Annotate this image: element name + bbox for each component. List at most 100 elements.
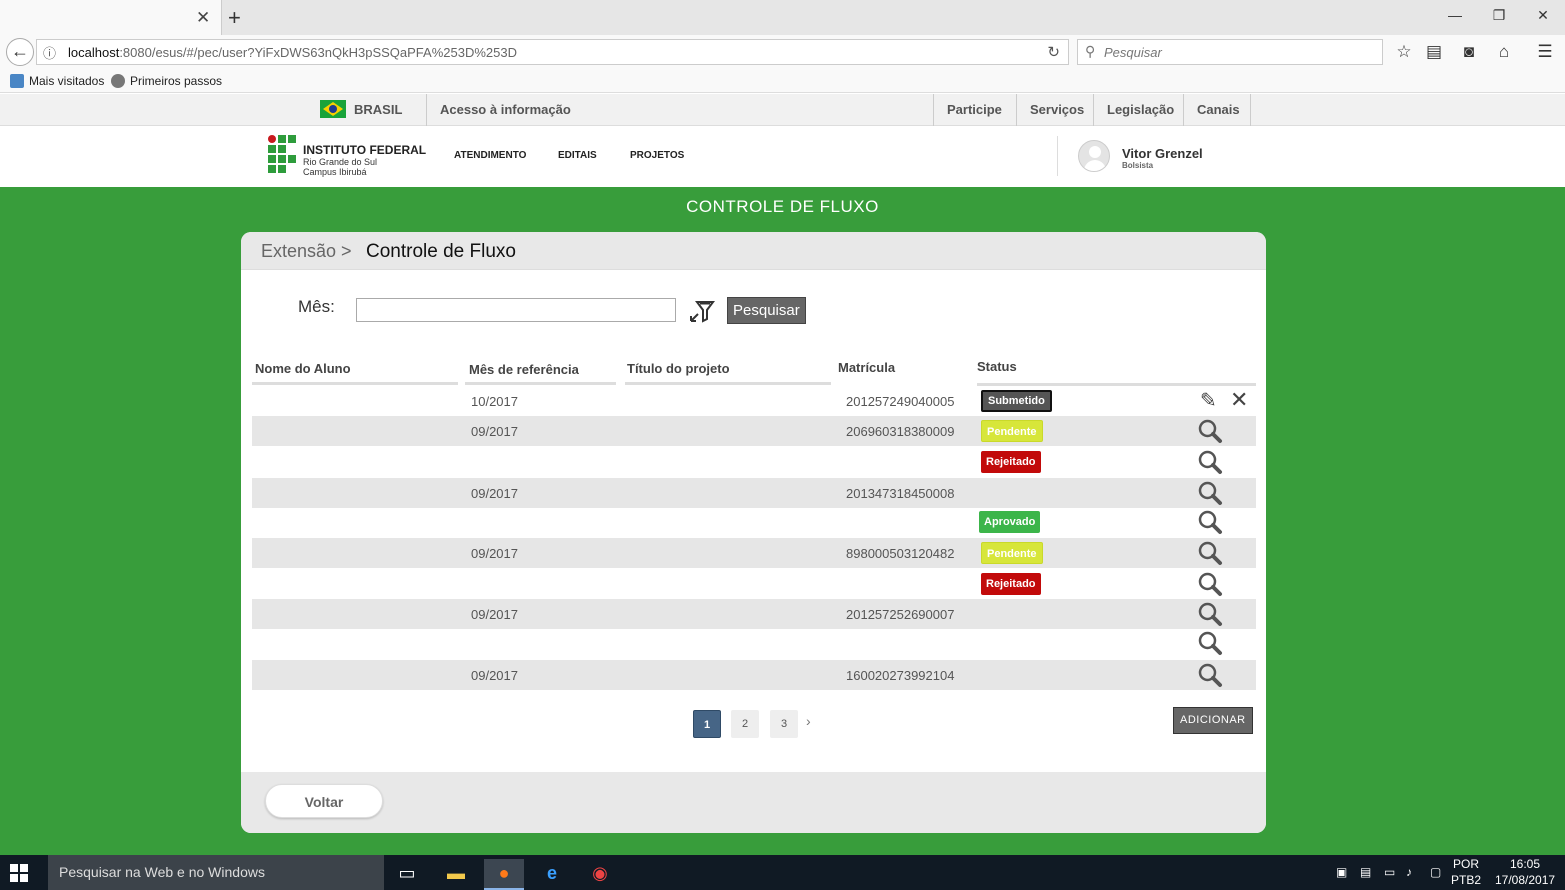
status-badge: Submetido: [981, 390, 1052, 412]
cell-mes: 09/2017: [471, 607, 518, 622]
tray-app-icon[interactable]: ▣: [1336, 865, 1347, 879]
table-row[interactable]: 09/2017 201347318450008: [252, 478, 1256, 508]
minimize-icon[interactable]: —: [1440, 7, 1470, 23]
status-badge: Pendente: [981, 542, 1043, 564]
menu-icon[interactable]: ☰: [1533, 42, 1557, 62]
language-indicator[interactable]: POR PTB2: [1450, 856, 1482, 888]
delete-icon[interactable]: ✕: [1230, 387, 1248, 413]
table-row[interactable]: 10/2017 201257249040005 Submetido ✎ ✕: [252, 386, 1256, 416]
gov-bar: BRASIL Acesso à informação Participe Ser…: [0, 94, 1565, 126]
page-2-button[interactable]: 2: [731, 710, 759, 738]
page-3-button[interactable]: 3: [770, 710, 798, 738]
cell-matricula: 201347318450008: [846, 486, 955, 501]
nav-editais[interactable]: EDITAIS: [558, 150, 597, 161]
browser-tab[interactable]: ✕: [0, 0, 222, 35]
view-details-icon[interactable]: [1197, 449, 1223, 475]
cell-matricula: 206960318380009: [846, 424, 955, 439]
tray-office-icon[interactable]: ▤: [1360, 865, 1371, 879]
network-icon[interactable]: ▭: [1384, 865, 1395, 879]
bookmark-star-icon[interactable]: ☆: [1392, 42, 1416, 62]
cell-mes: 09/2017: [471, 486, 518, 501]
brazil-flag-icon: [320, 100, 346, 118]
col-status[interactable]: Status: [977, 359, 1017, 374]
logo-campus: Campus Ibirubá: [303, 167, 367, 177]
edit-icon[interactable]: ✎: [1200, 388, 1217, 413]
view-details-icon[interactable]: [1197, 601, 1223, 627]
status-badge: Aprovado: [979, 511, 1041, 533]
view-details-icon[interactable]: [1197, 509, 1223, 535]
bookmark-primeiros-passos[interactable]: Primeiros passos: [111, 74, 222, 88]
view-details-icon[interactable]: [1197, 571, 1223, 597]
page-1-button[interactable]: 1: [693, 710, 721, 738]
add-button[interactable]: ADICIONAR: [1173, 707, 1253, 734]
taskbar-search-text: Pesquisar na Web e no Windows: [59, 864, 265, 880]
reload-icon[interactable]: ↻: [1047, 43, 1060, 61]
col-mes-referencia[interactable]: Mês de referência: [469, 362, 579, 377]
url-text[interactable]: localhost:8080/esus/#/pec/user?YiFxDWS63…: [68, 45, 517, 60]
view-details-icon[interactable]: [1197, 418, 1223, 444]
notification-icon[interactable]: ▢: [1430, 865, 1441, 879]
home-icon[interactable]: ⌂: [1492, 42, 1516, 62]
if-logo-icon[interactable]: [268, 135, 298, 175]
table-row[interactable]: [252, 628, 1256, 658]
pocket-icon[interactable]: ◙: [1457, 42, 1481, 62]
month-filter-input[interactable]: [356, 298, 676, 322]
browser-search-input[interactable]: ⚲ Pesquisar: [1077, 39, 1383, 65]
browser-nav-bar: ← ⓘ localhost:8080/esus/#/pec/user?YiFxD…: [0, 35, 1565, 69]
content-area: CONTROLE DE FLUXO Extensão > Controle de…: [0, 187, 1565, 855]
view-details-icon[interactable]: [1197, 630, 1223, 656]
col-matricula[interactable]: Matrícula: [838, 360, 895, 375]
windows-start-icon[interactable]: [10, 864, 28, 882]
search-button[interactable]: Pesquisar: [727, 297, 806, 324]
task-view-icon[interactable]: ▭: [387, 859, 427, 890]
view-details-icon[interactable]: [1197, 540, 1223, 566]
bookmark-mais-visitados[interactable]: Mais visitados: [10, 74, 104, 88]
col-nome-aluno[interactable]: Nome do Aluno: [255, 361, 351, 376]
back-button[interactable]: Voltar: [265, 784, 383, 818]
table-row[interactable]: Rejeitado: [252, 447, 1256, 477]
view-details-icon[interactable]: [1197, 662, 1223, 688]
clear-filter-icon[interactable]: [689, 299, 715, 323]
search-placeholder: Pesquisar: [1104, 45, 1162, 60]
month-filter-label: Mês:: [298, 297, 335, 316]
table-row[interactable]: 09/2017 201257252690007: [252, 599, 1256, 629]
restore-icon[interactable]: ❐: [1484, 7, 1514, 24]
breadcrumb-extensao[interactable]: Extensão >: [261, 241, 352, 262]
new-tab-button[interactable]: +: [228, 5, 241, 31]
tab-close-icon[interactable]: ✕: [196, 8, 210, 28]
clock[interactable]: 16:05 17/08/2017: [1495, 856, 1555, 888]
col-titulo-projeto[interactable]: Título do projeto: [627, 361, 730, 376]
table-row[interactable]: 09/2017 160020273992104: [252, 660, 1256, 690]
volume-icon[interactable]: ♪: [1406, 865, 1412, 879]
table-row[interactable]: Rejeitado: [252, 569, 1256, 599]
nav-atendimento[interactable]: ATENDIMENTO: [454, 150, 526, 161]
windows-taskbar: Pesquisar na Web e no Windows ▭ ▬ ● e ◉ …: [0, 855, 1565, 890]
view-details-icon[interactable]: [1197, 480, 1223, 506]
reading-list-icon[interactable]: ▤: [1422, 42, 1446, 62]
back-arrow-icon[interactable]: ←: [6, 38, 34, 66]
table-row[interactable]: Aprovado: [252, 507, 1256, 537]
cell-matricula: 160020273992104: [846, 668, 955, 683]
breadcrumb-current: Controle de Fluxo: [366, 241, 516, 262]
next-page-icon[interactable]: ›: [806, 713, 811, 729]
gov-brasil-link[interactable]: BRASIL: [320, 94, 402, 126]
gov-servicos-link[interactable]: Serviços: [1030, 94, 1084, 126]
info-icon[interactable]: ⓘ: [43, 43, 56, 62]
user-avatar-icon[interactable]: [1078, 140, 1110, 172]
nav-projetos[interactable]: PROJETOS: [630, 150, 684, 161]
gov-legislacao-link[interactable]: Legislação: [1107, 94, 1174, 126]
firefox-icon[interactable]: ●: [484, 859, 524, 890]
taskbar-search-input[interactable]: Pesquisar na Web e no Windows: [48, 855, 384, 890]
folder-icon: [10, 74, 24, 88]
gov-participe-link[interactable]: Participe: [947, 94, 1002, 126]
file-explorer-icon[interactable]: ▬: [436, 859, 476, 890]
table-row[interactable]: 09/2017 898000503120482 Pendente: [252, 538, 1256, 568]
window-close-icon[interactable]: ✕: [1528, 7, 1558, 24]
user-name[interactable]: Vitor Grenzel: [1122, 146, 1203, 161]
gov-canais-link[interactable]: Canais: [1197, 94, 1240, 126]
gov-acesso-link[interactable]: Acesso à informação: [440, 94, 571, 126]
table-row[interactable]: 09/2017 206960318380009 Pendente: [252, 416, 1256, 446]
url-bar[interactable]: ⓘ localhost:8080/esus/#/pec/user?YiFxDWS…: [36, 39, 1069, 65]
edge-icon[interactable]: e: [532, 859, 572, 890]
chrome-icon[interactable]: ◉: [580, 859, 620, 890]
